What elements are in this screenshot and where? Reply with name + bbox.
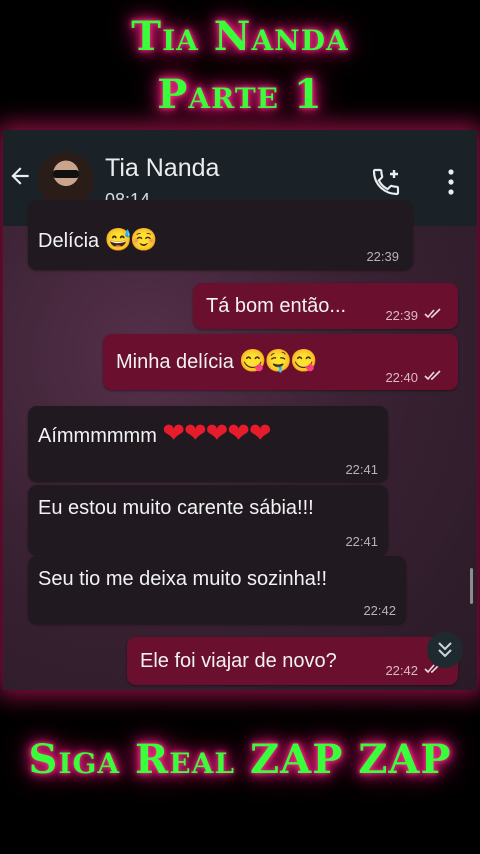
double-chevron-down-icon xyxy=(438,642,452,658)
message-text: Eu estou muito carente sábia!!! xyxy=(38,497,314,519)
message-time: 22:41 xyxy=(345,462,378,477)
add-call-icon[interactable] xyxy=(370,166,402,198)
message-time: 22:39 xyxy=(385,308,418,323)
message-bubble-incoming[interactable]: Seu tio me deixa muito sozinha!! 22:42 xyxy=(28,556,406,624)
overlay-title-line1: Tia Nanda xyxy=(131,13,349,60)
message-text: Seu tio me deixa muito sozinha!! xyxy=(38,568,328,590)
back-arrow-icon[interactable] xyxy=(7,163,33,189)
message-text: Ele foi viajar de novo? xyxy=(140,650,337,672)
message-emoji: 😅☺️ xyxy=(104,227,158,252)
hearts-emoji: ❤❤❤❤❤ xyxy=(162,418,271,448)
chat-screen: Tia Nanda 08:14 Delícia 😅☺️ 22:39 Tá bom… xyxy=(3,130,477,690)
message-text: Delícia xyxy=(38,230,100,252)
message-bubble-outgoing[interactable]: Minha delícia 😋🤤😋 22:40 xyxy=(103,334,458,390)
message-bubble-outgoing[interactable]: Tá bom então... 22:39 xyxy=(193,283,458,329)
contact-name[interactable]: Tia Nanda xyxy=(105,154,219,183)
overlay-title-line2: Parte 1 xyxy=(157,71,323,118)
scrollbar-thumb[interactable] xyxy=(470,568,473,604)
message-text: Minha delícia xyxy=(116,351,234,373)
message-time: 22:40 xyxy=(385,370,418,385)
message-time: 22:42 xyxy=(363,603,396,618)
message-emoji: 😋🤤😋 xyxy=(239,348,317,373)
message-time: 22:41 xyxy=(345,534,378,549)
read-ticks-icon xyxy=(424,370,441,381)
message-bubble-incoming[interactable]: Eu estou muito carente sábia!!! 22:41 xyxy=(28,485,388,555)
message-bubble-outgoing[interactable]: Ele foi viajar de novo? 22:42 xyxy=(127,637,458,685)
more-vertical-icon[interactable] xyxy=(443,168,459,196)
message-bubble-incoming[interactable]: Aímmmmmm ❤❤❤❤❤ 22:41 xyxy=(28,406,388,482)
scroll-to-bottom-button[interactable] xyxy=(427,632,463,668)
message-time: 22:39 xyxy=(366,249,399,264)
message-bubble-incoming[interactable]: Delícia 😅☺️ 22:39 xyxy=(28,200,413,270)
read-ticks-icon xyxy=(424,308,441,319)
message-text: Aímmmmmm xyxy=(38,425,157,447)
message-time: 22:42 xyxy=(385,663,418,678)
message-text: Tá bom então... xyxy=(206,295,347,317)
overlay-bottom-text: Siga Real ZAP ZAP xyxy=(28,736,452,783)
